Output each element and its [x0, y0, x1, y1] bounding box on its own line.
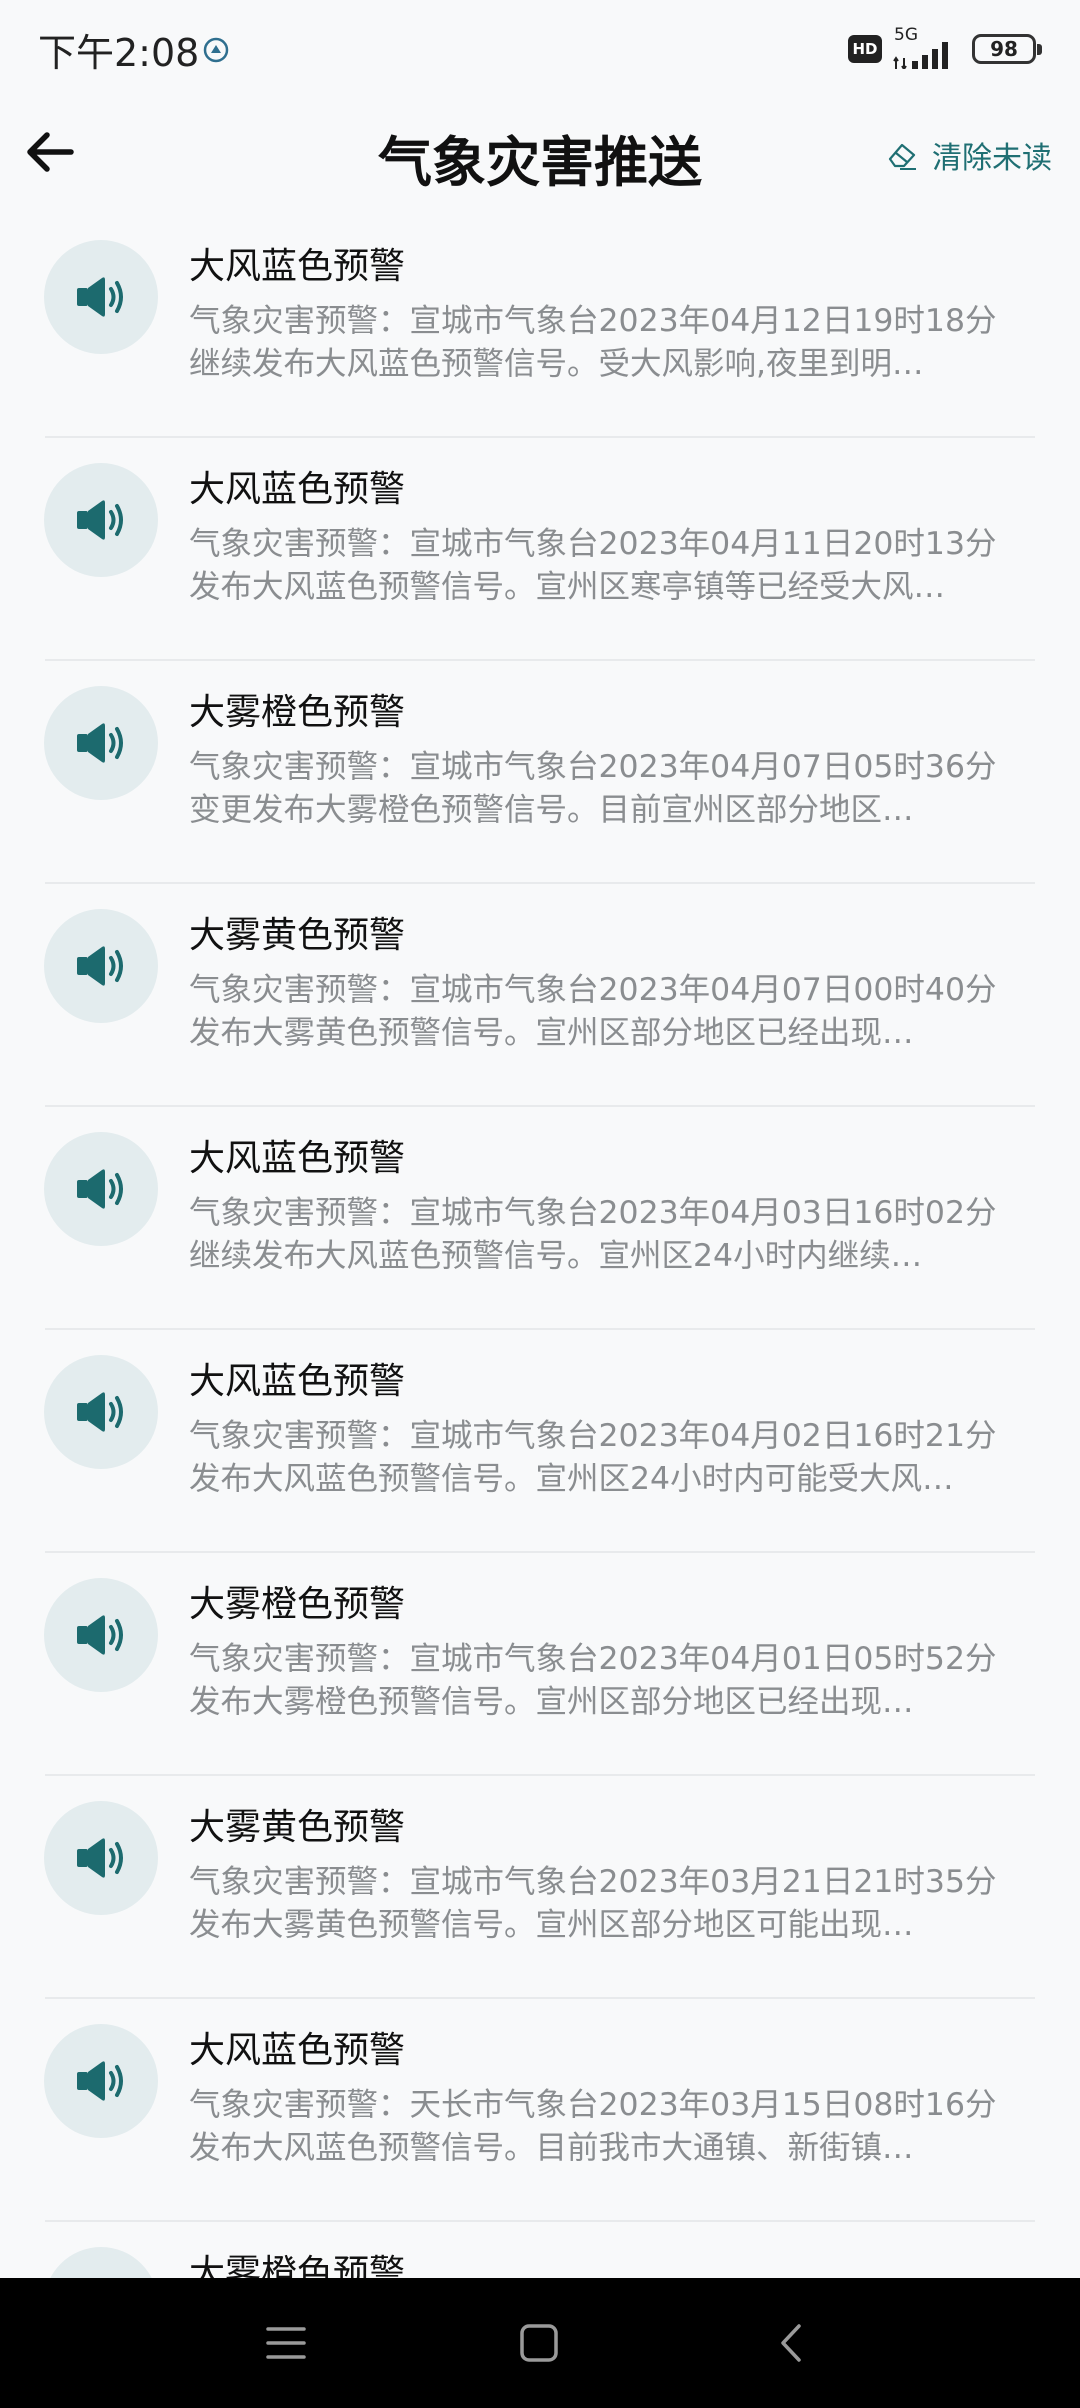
battery-icon: 98: [972, 34, 1042, 64]
alert-item[interactable]: 大风蓝色预警气象灾害预警：宣城市气象台2023年04月11日20时13分发布大风…: [0, 438, 1080, 661]
alert-body: 气象灾害预警：宣城市气象台2023年04月02日16时21分发布大风蓝色预警信号…: [189, 1418, 997, 1497]
alert-title: 大雾橙色预警: [189, 1584, 406, 1625]
alert-title: 大风蓝色预警: [189, 469, 406, 510]
sync-icon: [203, 37, 229, 63]
alert-title: 大风蓝色预警: [189, 246, 406, 287]
home-icon: [520, 2324, 558, 2362]
alert-item[interactable]: 大雾橙色预警: [0, 2222, 1080, 2278]
alert-item[interactable]: 大雾橙色预警气象灾害预警：宣城市气象台2023年04月07日05时36分变更发布…: [0, 661, 1080, 884]
speaker-icon: [77, 500, 123, 540]
alert-item[interactable]: 大风蓝色预警气象灾害预警：宣城市气象台2023年04月02日16时21分发布大风…: [0, 1330, 1080, 1553]
alert-title: 大雾橙色预警: [189, 2253, 406, 2278]
alert-item[interactable]: 大风蓝色预警气象灾害预警：天长市气象台2023年03月15日08时16分发布大风…: [0, 1999, 1080, 2222]
alert-title: 大雾橙色预警: [189, 692, 406, 733]
speaker-icon: [77, 1838, 123, 1878]
alert-avatar: [44, 2024, 158, 2138]
nav-home-button[interactable]: [507, 2311, 571, 2375]
speaker-icon: [77, 2061, 123, 2101]
alert-title: 大风蓝色预警: [189, 1138, 406, 1179]
menu-icon: [266, 2327, 306, 2359]
hd-badge: HD: [848, 35, 882, 63]
alert-item[interactable]: 大雾黄色预警气象灾害预警：宣城市气象台2023年04月07日00时40分发布大雾…: [0, 884, 1080, 1107]
alert-title: 大雾黄色预警: [189, 915, 406, 956]
alert-title: 大雾黄色预警: [189, 1807, 406, 1848]
alert-item[interactable]: 大风蓝色预警气象灾害预警：宣城市气象台2023年04月12日19时18分继续发布…: [0, 215, 1080, 438]
speaker-icon: [77, 946, 123, 986]
alert-title: 大风蓝色预警: [189, 1361, 406, 1402]
app-header: 气象灾害推送 清除未读: [0, 100, 1080, 210]
alert-body: 气象灾害预警：宣城市气象台2023年04月03日16时02分继续发布大风蓝色预警…: [189, 1195, 997, 1274]
status-bar: 下午2:08 HD 5G 98: [0, 0, 1080, 100]
alert-avatar: [44, 909, 158, 1023]
arrow-left-icon: [27, 132, 74, 172]
alert-item[interactable]: 大雾橙色预警气象灾害预警：宣城市气象台2023年04月01日05时52分发布大雾…: [0, 1553, 1080, 1776]
alert-body: 气象灾害预警：宣城市气象台2023年04月07日05时36分变更发布大雾橙色预警…: [189, 749, 997, 828]
alert-avatar: [44, 1578, 158, 1692]
speaker-icon: [77, 723, 123, 763]
alert-body: 气象灾害预警：宣城市气象台2023年04月07日00时40分发布大雾黄色预警信号…: [189, 972, 997, 1051]
eraser-icon: [888, 143, 916, 170]
cellular-signal-icon: 5G: [892, 25, 958, 69]
alert-item[interactable]: 大风蓝色预警气象灾害预警：宣城市气象台2023年04月03日16时02分继续发布…: [0, 1107, 1080, 1330]
alert-avatar: [44, 1801, 158, 1915]
chevron-left-icon: [781, 2324, 801, 2362]
alert-body: 气象灾害预警：宣城市气象台2023年03月21日21时35分发布大雾黄色预警信号…: [189, 1864, 997, 1943]
speaker-icon: [77, 1169, 123, 1209]
clear-unread-button[interactable]: 清除未读: [886, 130, 1052, 180]
back-button[interactable]: [18, 120, 82, 184]
alert-body: 气象灾害预警：宣城市气象台2023年04月11日20时13分发布大风蓝色预警信号…: [189, 526, 997, 605]
speaker-icon: [77, 1615, 123, 1655]
alert-item[interactable]: 大雾黄色预警气象灾害预警：宣城市气象台2023年03月21日21时35分发布大雾…: [0, 1776, 1080, 1999]
alert-avatar: [44, 686, 158, 800]
alert-avatar: [44, 1132, 158, 1246]
screen: 下午2:08 HD 5G 98 气象灾害推送 清除未读 大风蓝色预警 气象灾害预…: [0, 0, 1080, 2408]
alert-avatar: [44, 463, 158, 577]
clear-unread-label: 清除未读: [932, 141, 1052, 176]
speaker-icon: [77, 277, 123, 317]
alert-avatar: [44, 1355, 158, 1469]
alert-body: 气象灾害预警：宣城市气象台2023年04月01日05时52分发布大雾橙色预警信号…: [189, 1641, 997, 1720]
alert-avatar: [44, 240, 158, 354]
alert-title: 大风蓝色预警: [189, 2030, 406, 2071]
status-time: 下午2:08: [38, 31, 200, 75]
alert-list[interactable]: 大风蓝色预警气象灾害预警：宣城市气象台2023年04月12日19时18分继续发布…: [0, 215, 1080, 2278]
alert-body: 气象灾害预警：宣城市气象台2023年04月12日19时18分继续发布大风蓝色预警…: [189, 303, 997, 382]
nav-back-button[interactable]: [760, 2311, 824, 2375]
alert-avatar: [44, 2247, 158, 2278]
battery-level: 98: [990, 37, 1018, 61]
speaker-icon: [77, 1392, 123, 1432]
alert-body: 气象灾害预警：天长市气象台2023年03月15日08时16分发布大风蓝色预警信号…: [189, 2087, 997, 2166]
nav-menu-button[interactable]: [254, 2311, 318, 2375]
navigation-bar: [0, 2278, 1080, 2408]
status-icons: HD 5G 98: [848, 25, 1042, 70]
